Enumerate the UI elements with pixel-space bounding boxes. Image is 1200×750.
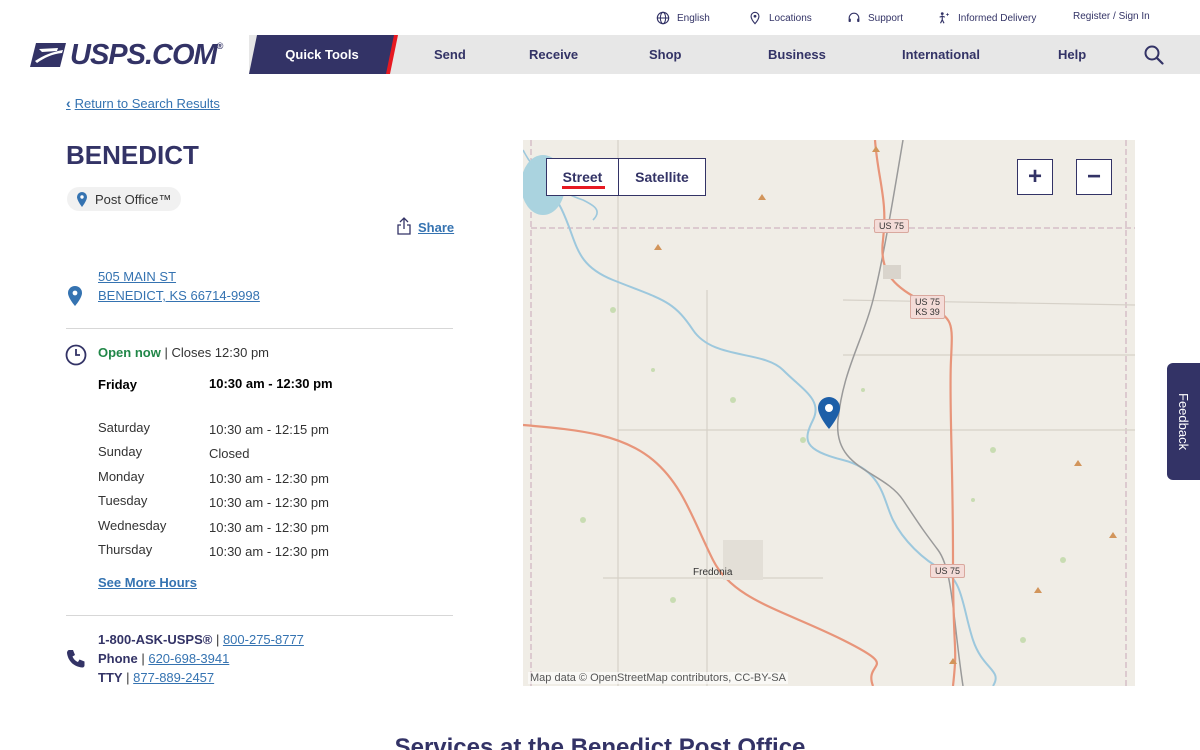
nav-business[interactable]: Business: [768, 35, 826, 74]
ask-usps-line: 1-800-ASK-USPS® | 800-275-8777: [98, 632, 304, 647]
nav-send[interactable]: Send: [434, 35, 466, 74]
location-map[interactable]: Street Satellite + − US 75 US 75 KS 39 US…: [523, 140, 1135, 686]
hours-day: Monday: [98, 469, 145, 484]
open-status: Open now | Closes 12:30 pm: [98, 345, 269, 360]
status-separator: |: [160, 345, 172, 360]
page-title: BENEDICT: [66, 140, 199, 170]
phone-icon: [67, 650, 85, 668]
map-marker-icon[interactable]: [818, 397, 840, 429]
tty-line: TTY | 877-889-2457: [98, 670, 214, 685]
map-attribution: Map data © OpenStreetMap contributors, C…: [528, 672, 788, 684]
ask-usps-label: 1-800-ASK-USPS®: [98, 632, 213, 647]
divider: [66, 615, 453, 616]
return-to-search-label: Return to Search Results: [74, 95, 220, 111]
tty-label: TTY: [98, 670, 123, 685]
share-button[interactable]: Share: [396, 217, 454, 235]
location-pin-icon: [750, 11, 760, 25]
hours-day: Thursday: [98, 542, 153, 557]
return-to-search-link[interactable]: ‹ Return to Search Results: [66, 95, 220, 111]
town-label: Fredonia: [693, 567, 733, 578]
share-icon: [397, 217, 411, 235]
route-ks39-label: KS 39: [915, 307, 940, 317]
chevron-left-icon: ‹: [66, 95, 71, 111]
headset-icon: [848, 12, 860, 22]
tty-number-link[interactable]: 877-889-2457: [133, 670, 214, 685]
hours-time: 10:30 am - 12:15 pm: [209, 422, 329, 437]
contact-separator: |: [212, 632, 223, 647]
open-now-label: Open now: [98, 345, 161, 360]
search-icon[interactable]: [1144, 45, 1164, 65]
locations-link[interactable]: Locations: [748, 11, 812, 25]
zoom-in-button[interactable]: +: [1017, 159, 1053, 195]
register-label: Register / Sign In: [1073, 11, 1150, 22]
address-line-2[interactable]: BENEDICT, KS 66714-9998: [98, 288, 260, 303]
contact-separator: |: [137, 651, 149, 666]
language-selector[interactable]: English: [656, 11, 710, 25]
ask-usps-number-link[interactable]: 800-275-8777: [223, 632, 304, 647]
services-heading: Services at the Benedict Post Office: [394, 734, 806, 750]
support-label: Support: [868, 12, 904, 24]
hours-day: Sunday: [98, 444, 143, 459]
location-type-label: Post Office™: [95, 191, 172, 207]
hours-time: 10:30 am - 12:30 pm: [209, 544, 329, 559]
satellite-view-button[interactable]: Satellite: [619, 159, 705, 195]
location-type-badge: Post Office™: [67, 187, 182, 211]
hours-time: 10:30 am - 12:30 pm: [209, 495, 329, 510]
feedback-tab[interactable]: Feedback: [1167, 363, 1200, 480]
divider: [66, 328, 453, 329]
informed-delivery-label: Informed Delivery: [958, 12, 1037, 24]
hours-day: Tuesday: [98, 493, 148, 508]
contact-separator: |: [122, 670, 134, 685]
hours-day: Wednesday: [98, 518, 167, 533]
eagle-logo-icon: [30, 43, 66, 67]
nav-shop[interactable]: Shop: [649, 35, 682, 74]
logo-text: USPS.COM®: [70, 38, 223, 71]
street-view-button[interactable]: Street: [547, 159, 619, 195]
locations-label: Locations: [769, 12, 812, 24]
nav-shop-label: Shop: [649, 47, 682, 62]
address-line-1[interactable]: 505 MAIN ST: [98, 269, 176, 284]
route-shield-us75-ks39: US 75 KS 39: [910, 295, 946, 319]
support-link[interactable]: Support: [847, 11, 903, 25]
map-type-toggle: Street Satellite: [546, 158, 706, 196]
nav-quick-tools-label: Quick Tools: [285, 47, 359, 62]
informed-delivery-link[interactable]: Informed Delivery: [937, 11, 1036, 25]
register-sign-in-link[interactable]: Register / Sign In: [1073, 11, 1150, 22]
location-pin-icon: [68, 286, 82, 306]
nav-send-label: Send: [434, 47, 466, 62]
hours-time: 10:30 am - 12:30 pm: [209, 471, 329, 486]
hours-time: 10:30 am - 12:30 pm: [209, 376, 333, 391]
hours-time: Closed: [209, 446, 250, 461]
nav-receive-label: Receive: [529, 47, 579, 62]
route-shield-us75-south: US 75: [930, 564, 966, 578]
main-nav: Quick Tools Send Receive Shop Business I…: [249, 35, 1200, 74]
closing-time: Closes 12:30 pm: [171, 345, 270, 360]
nav-help-label: Help: [1058, 47, 1087, 62]
zoom-out-button[interactable]: −: [1076, 159, 1112, 195]
route-us75-label: US 75: [915, 297, 941, 307]
see-more-hours-link[interactable]: See More Hours: [98, 575, 197, 590]
nav-international[interactable]: International: [902, 35, 980, 74]
location-pin-icon: [77, 191, 87, 207]
informed-delivery-icon: [939, 12, 950, 24]
phone-line: Phone | 620-698-3941: [98, 651, 229, 666]
nav-quick-tools[interactable]: Quick Tools: [249, 35, 395, 74]
language-label: English: [677, 12, 710, 24]
route-shield-us75: US 75: [874, 219, 910, 233]
hours-day: Friday: [98, 377, 138, 392]
share-label: Share: [418, 220, 455, 235]
nav-business-label: Business: [768, 47, 826, 62]
phone-number-link[interactable]: 620-698-3941: [148, 651, 229, 666]
nav-receive[interactable]: Receive: [529, 35, 578, 74]
clock-icon: [65, 344, 87, 366]
usps-logo[interactable]: USPS.COM®: [30, 38, 223, 71]
utility-bar: English Locations Support Informed Deliv…: [0, 0, 1200, 36]
feedback-label: Feedback: [1176, 392, 1191, 451]
nav-help[interactable]: Help: [1058, 35, 1086, 74]
hours-day: Saturday: [98, 420, 151, 435]
nav-international-label: International: [902, 47, 981, 62]
phone-label: Phone: [98, 651, 138, 666]
globe-icon: [656, 11, 670, 25]
hours-time: 10:30 am - 12:30 pm: [209, 520, 329, 535]
